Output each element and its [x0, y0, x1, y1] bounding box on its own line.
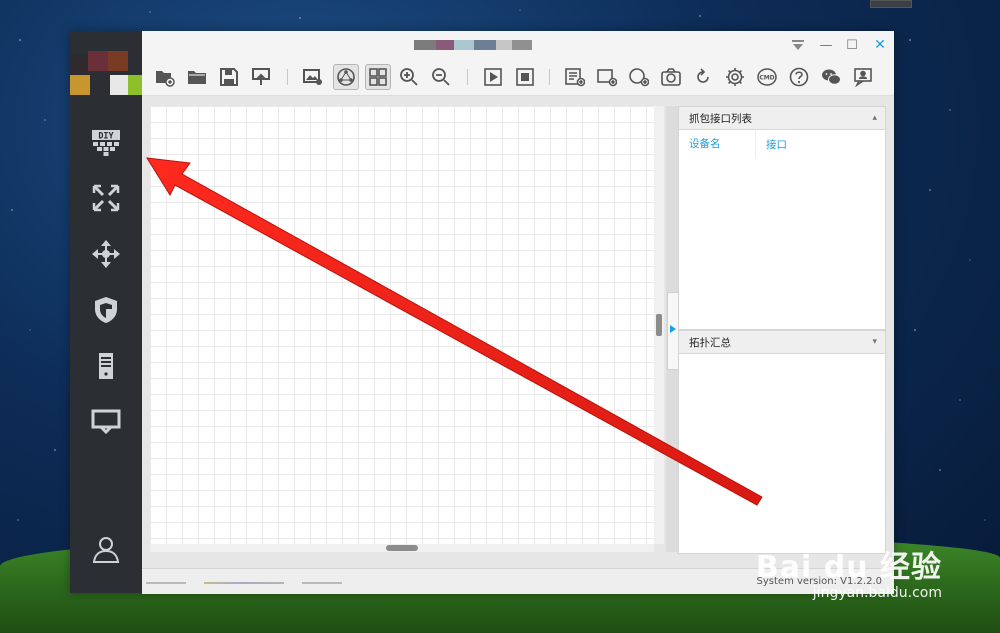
- shield-icon: [95, 297, 117, 323]
- capture-panel-title: 抓包接口列表: [689, 112, 752, 125]
- monitor-icon: [91, 409, 121, 435]
- zoom-in-button[interactable]: [397, 65, 421, 89]
- watermark-brand: Bai du 经验: [755, 550, 942, 585]
- diy-label: DIY: [98, 132, 114, 142]
- grid-view-icon: [369, 68, 387, 86]
- help-button[interactable]: [787, 65, 811, 89]
- window-title-obscured: [414, 40, 532, 50]
- add-rect-icon: [597, 69, 617, 87]
- sidebar-item-server[interactable]: [88, 348, 124, 384]
- app-logo: [70, 51, 142, 95]
- refresh-icon: [697, 68, 709, 83]
- zoom-out-button[interactable]: [429, 65, 453, 89]
- new-file-button[interactable]: [153, 65, 177, 89]
- toolbar: CMD: [142, 59, 894, 96]
- feedback-icon: [854, 68, 872, 87]
- screenshot-button[interactable]: [301, 65, 325, 89]
- topology-canvas[interactable]: [150, 106, 654, 544]
- start-button[interactable]: [481, 65, 505, 89]
- status-fragment: [302, 582, 342, 584]
- export-icon: [252, 68, 270, 85]
- minimize-button[interactable]: —: [816, 35, 836, 55]
- chevron-down-icon[interactable]: ▾: [872, 337, 877, 347]
- screenshot-icon: [303, 69, 322, 85]
- cmd-icon: CMD: [757, 68, 777, 86]
- stop-button[interactable]: [513, 65, 537, 89]
- column-device-name[interactable]: 设备名: [679, 130, 756, 158]
- open-folder-icon: [188, 71, 206, 84]
- title-bar: — ☐ ✕: [142, 31, 894, 59]
- auto-layout-icon: [337, 68, 355, 86]
- camera-icon: [661, 68, 681, 86]
- horizontal-scroll-thumb[interactable]: [386, 545, 418, 551]
- add-rectangle-button[interactable]: [595, 65, 619, 89]
- settings-icon: [726, 68, 744, 86]
- topology-panel-title: 拓扑汇总: [689, 336, 731, 349]
- work-area: 抓包接口列表 ▴ 设备名 接口 拓扑汇总 ▾: [142, 96, 894, 568]
- sidebar-item-security[interactable]: [88, 292, 124, 328]
- toolbar-separator: [287, 69, 288, 85]
- watermark-url: jingyan.baidu.com: [812, 585, 942, 601]
- save-button[interactable]: [217, 65, 241, 89]
- save-icon: [220, 68, 238, 86]
- play-icon: [484, 68, 502, 86]
- menu-button[interactable]: [788, 35, 808, 55]
- baidu-watermark: Bai du 经验 jingyan.baidu.com: [755, 550, 942, 602]
- zoom-out-icon: [432, 68, 450, 86]
- menu-icon: [792, 40, 804, 50]
- close-button[interactable]: ✕: [870, 35, 890, 55]
- user-icon: [92, 537, 120, 563]
- panel-splitter[interactable]: [666, 106, 679, 552]
- device-list-button[interactable]: [563, 65, 587, 89]
- capture-interface-panel: 抓包接口列表 ▴ 设备名 接口: [678, 106, 886, 330]
- wechat-button[interactable]: [819, 65, 843, 89]
- refresh-button[interactable]: [691, 65, 715, 89]
- status-fragment: [204, 582, 284, 584]
- add-circle-icon: [629, 68, 649, 87]
- toolbar-separator: [467, 69, 468, 85]
- list-icon: [565, 68, 585, 87]
- app-window: DIY — ☐ ✕ CMD 抓包接口列表 ▴ 设备名 接口 拓扑汇总 ▾ Sys…: [70, 31, 894, 594]
- cmd-label: CMD: [759, 75, 774, 82]
- tray-indicator: [870, 0, 912, 8]
- new-folder-icon: [156, 71, 175, 87]
- capture-table-header: 设备名 接口: [679, 130, 885, 158]
- chevron-updown-icon[interactable]: ▴: [872, 113, 877, 123]
- export-button[interactable]: [249, 65, 273, 89]
- topology-icon: [92, 184, 120, 212]
- sidebar-item-topology[interactable]: [88, 180, 124, 216]
- maximize-button[interactable]: ☐: [842, 35, 862, 55]
- sidebar-item-network[interactable]: [88, 236, 124, 272]
- column-interface[interactable]: 接口: [756, 137, 787, 152]
- cmd-button[interactable]: CMD: [755, 65, 779, 89]
- toolbar-separator: [549, 69, 550, 85]
- diy-icon: DIY: [92, 130, 120, 156]
- topology-summary-panel: 拓扑汇总 ▾: [678, 330, 886, 554]
- settings-button[interactable]: [723, 65, 747, 89]
- sidebar: DIY: [70, 31, 142, 593]
- server-icon: [99, 353, 113, 379]
- wechat-icon: [822, 69, 841, 85]
- open-file-button[interactable]: [185, 65, 209, 89]
- status-fragment: [146, 582, 186, 584]
- capture-button[interactable]: [659, 65, 683, 89]
- canvas-horizontal-scrollbar[interactable]: [150, 544, 654, 552]
- sidebar-item-diy[interactable]: DIY: [88, 124, 124, 160]
- feedback-button[interactable]: [851, 65, 875, 89]
- vertical-scroll-thumb[interactable]: [656, 314, 662, 336]
- auto-layout-button[interactable]: [333, 64, 359, 90]
- add-circle-button[interactable]: [627, 65, 651, 89]
- move-icon: [92, 240, 120, 268]
- stop-icon: [516, 68, 534, 86]
- sidebar-item-user[interactable]: [88, 531, 124, 567]
- expand-arrow-icon: [670, 325, 676, 333]
- zoom-in-icon: [400, 68, 418, 86]
- canvas-vertical-scrollbar[interactable]: [654, 106, 664, 544]
- help-icon: [789, 67, 809, 87]
- sidebar-item-monitor[interactable]: [88, 404, 124, 440]
- grid-view-button[interactable]: [365, 64, 391, 90]
